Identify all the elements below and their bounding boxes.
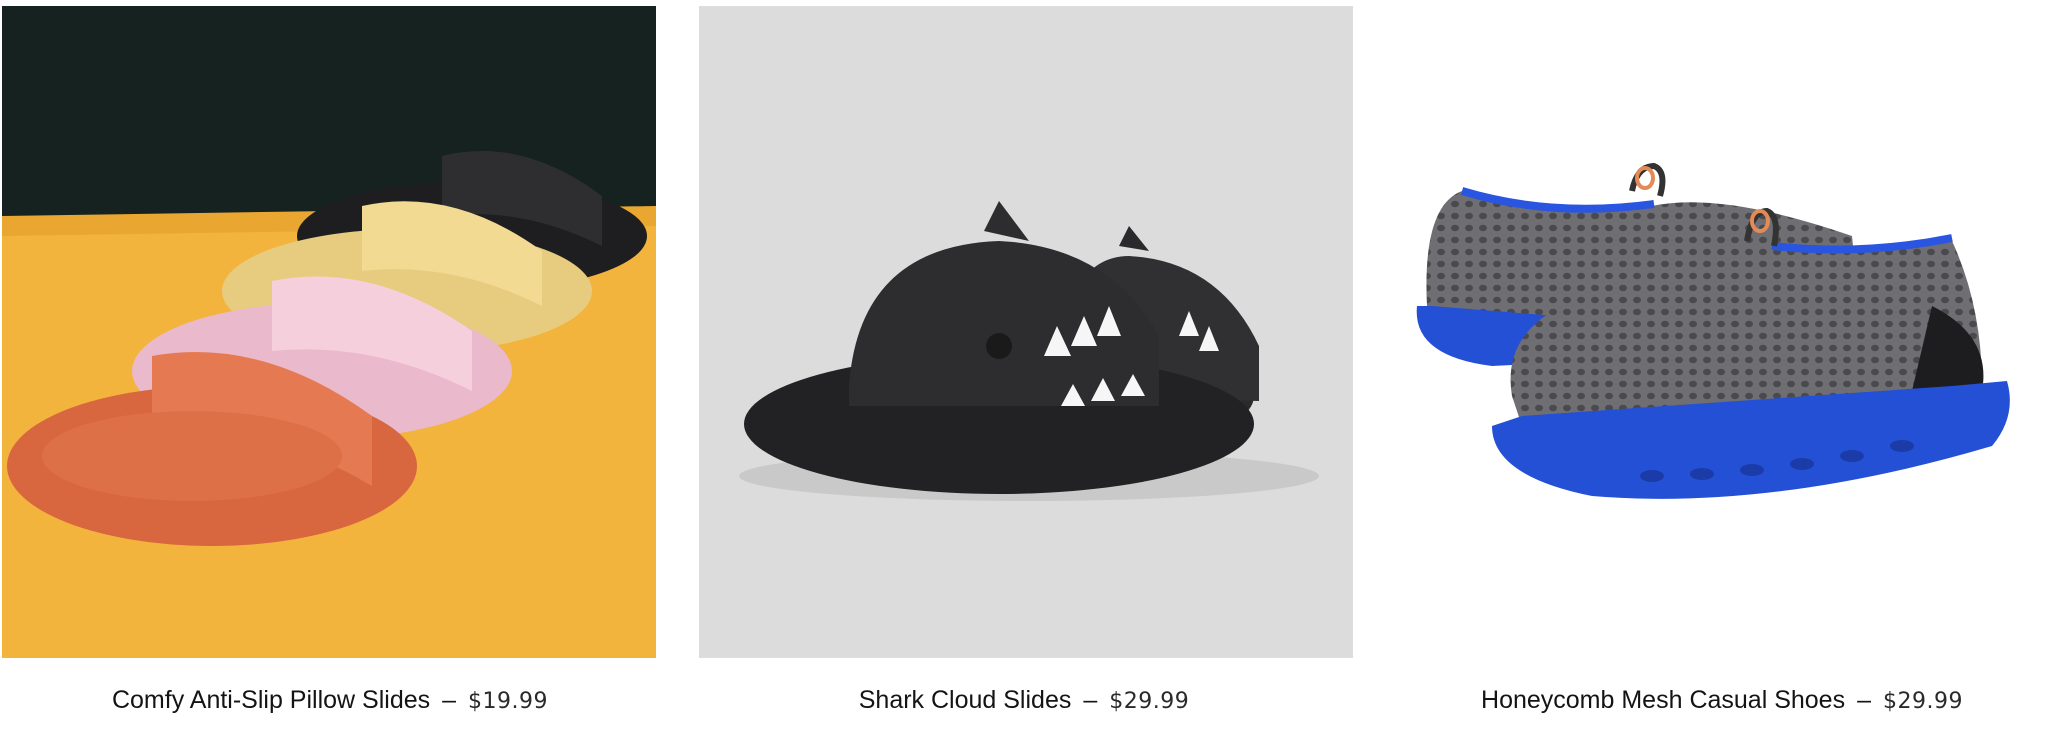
- pillow-slides-image[interactable]: [2, 6, 656, 658]
- product-name[interactable]: Shark Cloud Slides: [859, 686, 1072, 714]
- product-grid: Comfy Anti-Slip Pillow Slides – $19.99 S…: [0, 0, 2048, 747]
- product-caption: Shark Cloud Slides – $29.99: [694, 682, 1354, 720]
- product-card-shark-slides[interactable]: Shark Cloud Slides – $29.99: [694, 0, 1354, 747]
- product-caption: Comfy Anti-Slip Pillow Slides – $19.99: [0, 682, 660, 720]
- shark-slides-photo-icon: [699, 6, 1353, 658]
- product-caption: Honeycomb Mesh Casual Shoes – $29.99: [1392, 682, 2048, 720]
- separator: –: [1857, 686, 1871, 714]
- separator: –: [1083, 686, 1098, 714]
- product-price: $29.99: [1109, 689, 1190, 714]
- mesh-shoes-photo-icon: [1392, 6, 2048, 658]
- shark-slides-image[interactable]: [699, 6, 1353, 658]
- product-price: $29.99: [1883, 689, 1963, 714]
- separator: –: [442, 686, 457, 714]
- product-card-pillow-slides[interactable]: Comfy Anti-Slip Pillow Slides – $19.99: [0, 0, 660, 747]
- product-card-mesh-shoes[interactable]: Honeycomb Mesh Casual Shoes – $29.99: [1392, 0, 2048, 747]
- mesh-shoes-image[interactable]: [1392, 6, 2048, 658]
- product-price: $19.99: [468, 689, 549, 714]
- product-name[interactable]: Comfy Anti-Slip Pillow Slides: [112, 686, 430, 714]
- pillow-slides-photo-icon: [2, 6, 656, 658]
- product-name[interactable]: Honeycomb Mesh Casual Shoes: [1481, 686, 1845, 714]
